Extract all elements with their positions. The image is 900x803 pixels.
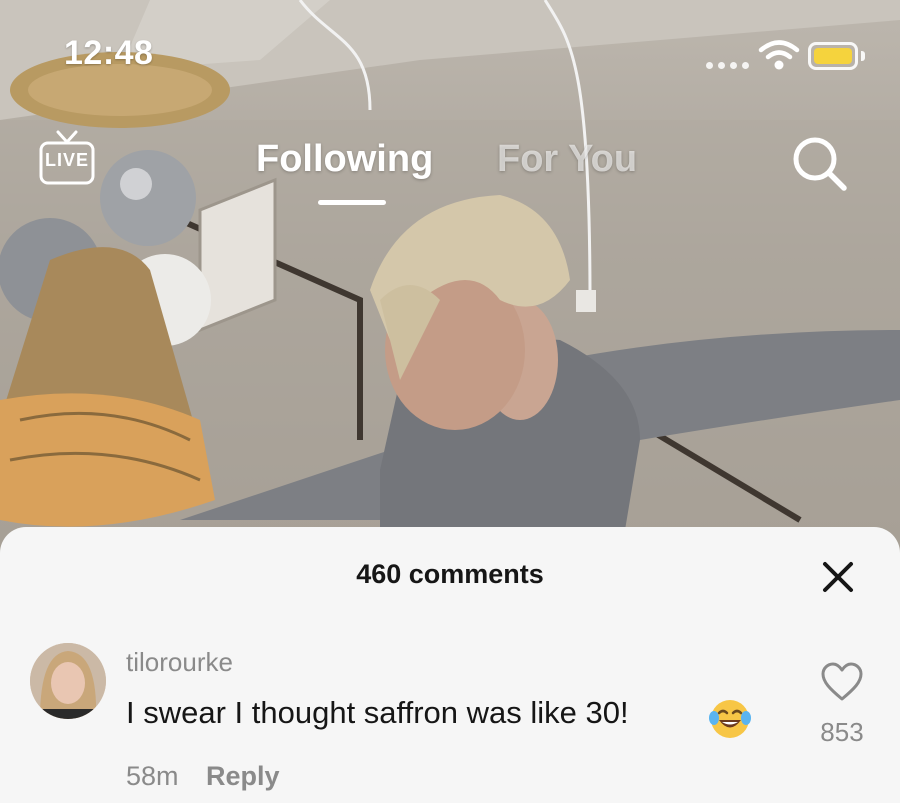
- battery-tip: [861, 51, 865, 61]
- comment-username[interactable]: tilorourke: [126, 647, 233, 678]
- live-button[interactable]: LIVE: [38, 130, 96, 190]
- battery-level: [814, 48, 852, 64]
- face-with-tears-of-joy-icon: [709, 700, 751, 738]
- avatar-photo: [30, 643, 106, 719]
- like-count: 853: [820, 717, 864, 747]
- comment-timestamp: 58m: [126, 761, 179, 791]
- comment-text: I swear I thought saffron was like 30!: [126, 695, 629, 730]
- tab-following[interactable]: Following: [256, 138, 433, 181]
- comment-item: tilorourke I swear I thought saffron was…: [0, 637, 900, 791]
- wifi-icon: [758, 40, 800, 70]
- close-icon[interactable]: [816, 555, 860, 599]
- status-time: 12:48: [64, 34, 154, 72]
- video-scene: [0, 0, 900, 560]
- active-tab-indicator: [318, 200, 386, 205]
- tab-for-you[interactable]: For You: [497, 138, 637, 181]
- comments-sheet: 460 comments tilorourke I swear I though…: [0, 527, 900, 803]
- video-frame[interactable]: [0, 0, 900, 560]
- reply-button[interactable]: Reply: [206, 761, 280, 792]
- battery-icon: [808, 42, 858, 70]
- search-icon[interactable]: [790, 134, 848, 192]
- live-label: LIVE: [44, 150, 89, 170]
- heart-icon[interactable]: [820, 661, 864, 705]
- comments-count-title: 460 comments: [356, 559, 544, 589]
- cellular-signal-icon: [706, 62, 749, 69]
- avatar[interactable]: [30, 643, 106, 719]
